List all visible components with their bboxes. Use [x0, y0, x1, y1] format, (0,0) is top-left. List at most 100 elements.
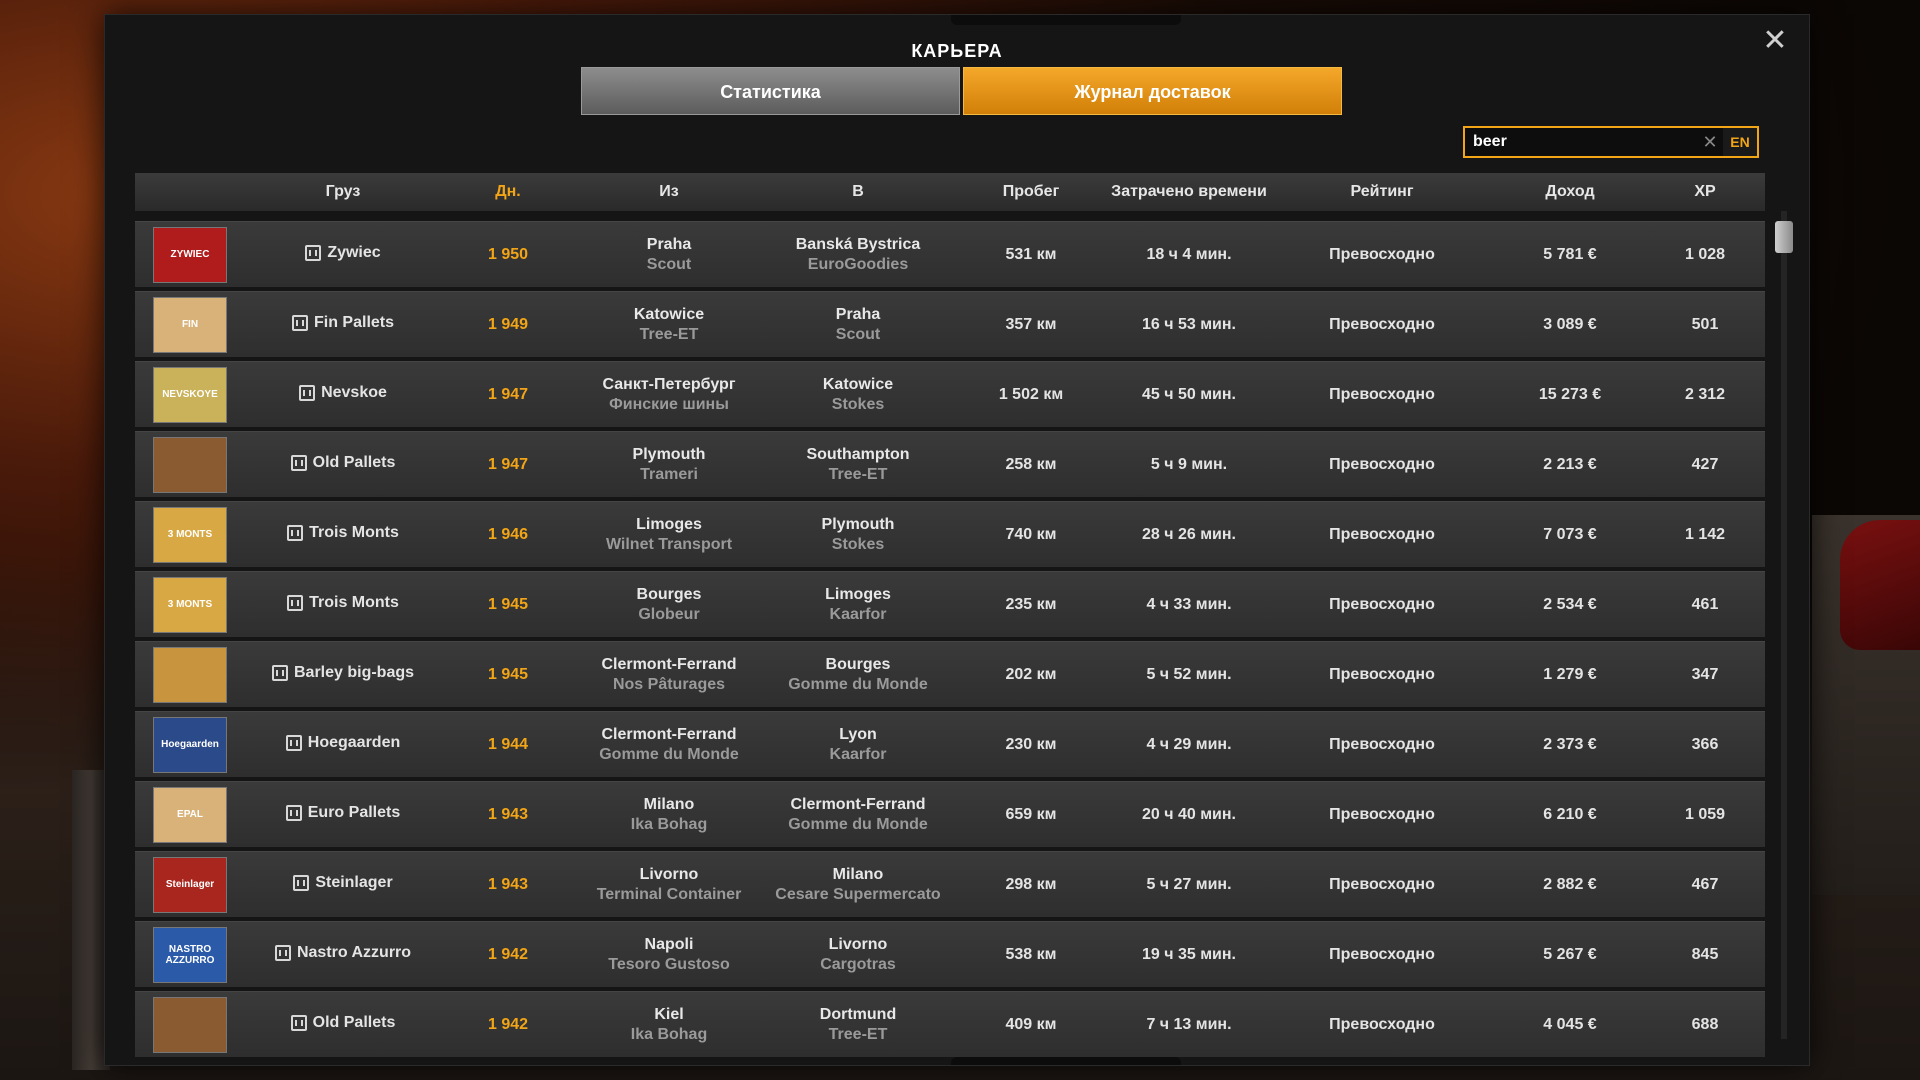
from-city: Livorno	[639, 865, 699, 883]
from-cell: Livorno Terminal Container	[575, 866, 763, 904]
from-company: Tree-ET	[639, 325, 699, 343]
table-row[interactable]: Steinlager Steinlager 1 943 Livorno Term…	[135, 851, 1765, 917]
cargo-cell: Zywiec	[245, 244, 441, 266]
income-cell: 15 273 €	[1538, 385, 1602, 403]
table-row[interactable]: 3 MONTS Trois Monts 1 946 Limoges Wilnet…	[135, 501, 1765, 567]
income-cell: 7 073 €	[1543, 525, 1597, 543]
cargo-thumbnail-label: 3 MONTS	[167, 599, 213, 610]
to-cell: Dortmund Tree-ET	[763, 1006, 953, 1044]
cargo-name-group: Fin Pallets	[291, 313, 395, 332]
from-city: Praha	[646, 235, 692, 253]
table-row[interactable]: Old Pallets 1 942 Kiel Ika Bohag Dortmun…	[135, 991, 1765, 1057]
table-row[interactable]: ZYWIEC Zywiec 1 950 Praha Scout Banská B…	[135, 221, 1765, 287]
to-cell: Limoges Kaarfor	[763, 586, 953, 624]
from-city: Kiel	[654, 1005, 684, 1023]
distance-cell: 538 км	[1005, 945, 1057, 963]
trailer-icon	[274, 944, 291, 961]
to-company: Cargotras	[820, 955, 896, 973]
cargo-image-cell: Hoegaarden	[135, 716, 245, 773]
table-row[interactable]: NASTRO AZZURRO Nastro Azzurro 1 942 Napo…	[135, 921, 1765, 987]
header-cargo[interactable]: Груз	[245, 183, 441, 201]
rating-cell: Превосходно	[1329, 735, 1435, 753]
cargo-thumbnail: Hoegaarden	[153, 716, 227, 773]
table-row[interactable]: Old Pallets 1 947 Plymouth Trameri South…	[135, 431, 1765, 497]
to-company: Scout	[835, 325, 881, 343]
table-row[interactable]: 3 MONTS Trois Monts 1 945 Bourges Globeu…	[135, 571, 1765, 637]
cargo-thumbnail: ZYWIEC	[153, 226, 227, 283]
from-company: Scout	[646, 255, 692, 273]
search-box: ✕ EN	[1463, 126, 1759, 158]
header-from[interactable]: Из	[575, 183, 763, 201]
header-time[interactable]: Затрачено времени	[1109, 183, 1269, 201]
to-company: EuroGoodies	[807, 255, 909, 273]
time-cell: 18 ч 4 мин.	[1146, 245, 1232, 263]
table-row[interactable]: EPAL Euro Pallets 1 943 Milano Ika Bohag…	[135, 781, 1765, 847]
trailer-icon	[285, 734, 302, 751]
header-distance[interactable]: Пробег	[953, 183, 1109, 201]
table-row[interactable]: NEVSKOYE Nevskoe 1 947 Санкт-Петербург Ф…	[135, 361, 1765, 427]
clear-search-icon[interactable]: ✕	[1697, 132, 1723, 153]
trailer-icon	[287, 594, 304, 611]
rating-cell: Превосходно	[1329, 595, 1435, 613]
table-row[interactable]: Hoegaarden Hoegaarden 1 944 Clermont-Fer…	[135, 711, 1765, 777]
header-income[interactable]: Доход	[1495, 183, 1645, 201]
time-cell: 5 ч 9 мин.	[1150, 455, 1228, 473]
header-day[interactable]: Дн.	[441, 183, 575, 201]
income-cell: 2 882 €	[1543, 875, 1597, 893]
cargo-image-cell: Steinlager	[135, 856, 245, 913]
to-city: Livorno	[828, 935, 888, 953]
header-xp[interactable]: XP	[1645, 183, 1765, 201]
day-cell: 1 942	[487, 945, 529, 963]
close-icon[interactable]: ✕	[1759, 25, 1791, 57]
cargo-image-cell	[135, 646, 245, 703]
cargo-cell: Old Pallets	[245, 454, 441, 476]
tab-statistics[interactable]: Статистика	[581, 67, 960, 115]
day-cell: 1 949	[487, 315, 529, 333]
from-city: Bourges	[636, 585, 702, 603]
xp-cell: 2 312	[1684, 385, 1726, 403]
income-cell: 2 534 €	[1543, 595, 1597, 613]
to-cell: Katowice Stokes	[763, 376, 953, 414]
from-cell: Clermont-Ferrand Nos Pâturages	[575, 656, 763, 694]
cargo-cell: Nevskoe	[245, 384, 441, 406]
from-cell: Санкт-Петербург Финские шины	[575, 376, 763, 414]
cargo-cell: Fin Pallets	[245, 314, 441, 336]
to-company: Kaarfor	[829, 605, 887, 623]
trailer-icon	[271, 664, 288, 681]
cargo-thumbnail-label: 3 MONTS	[167, 529, 213, 540]
day-cell: 1 945	[487, 665, 529, 683]
header-to[interactable]: В	[763, 183, 953, 201]
income-cell: 5 267 €	[1543, 945, 1597, 963]
cargo-name: Barley big-bags	[293, 663, 415, 681]
distance-cell: 659 км	[1005, 805, 1057, 823]
cargo-name-group: Hoegaarden	[285, 734, 400, 752]
cargo-cell: Hoegaarden	[245, 734, 441, 756]
header-rating[interactable]: Рейтинг	[1269, 183, 1495, 201]
scrollbar-thumb[interactable]	[1775, 221, 1793, 253]
search-input[interactable]	[1465, 128, 1697, 156]
from-cell: Milano Ika Bohag	[575, 796, 763, 834]
cargo-thumbnail	[153, 646, 227, 703]
tab-delivery-log[interactable]: Журнал доставок	[963, 67, 1342, 115]
to-cell: Banská Bystrica EuroGoodies	[763, 236, 953, 274]
cargo-name: Old Pallets	[312, 453, 396, 471]
time-cell: 4 ч 33 мин.	[1146, 595, 1232, 613]
from-cell: Clermont-Ferrand Gomme du Monde	[575, 726, 763, 764]
xp-cell: 501	[1691, 315, 1719, 333]
to-city: Lyon	[839, 725, 877, 743]
to-cell: Southampton Tree-ET	[763, 446, 953, 484]
time-cell: 4 ч 29 мин.	[1146, 735, 1232, 753]
cargo-name: Fin Pallets	[313, 313, 395, 331]
cargo-name: Steinlager	[315, 873, 393, 891]
cargo-name: Nevskoe	[321, 383, 387, 401]
scrollbar-track[interactable]	[1775, 211, 1793, 1039]
trailer-icon	[290, 1014, 307, 1031]
to-cell: Milano Cesare Supermercato	[763, 866, 953, 904]
to-cell: Praha Scout	[763, 306, 953, 344]
table-row[interactable]: Barley big-bags 1 945 Clermont-Ferrand N…	[135, 641, 1765, 707]
to-cell: Clermont-Ferrand Gomme du Monde	[763, 796, 953, 834]
distance-cell: 202 км	[1005, 665, 1057, 683]
table-row[interactable]: FIN Fin Pallets 1 949 Katowice Tree-ET P…	[135, 291, 1765, 357]
to-cell: Plymouth Stokes	[763, 516, 953, 554]
cargo-image-cell: NEVSKOYE	[135, 366, 245, 423]
